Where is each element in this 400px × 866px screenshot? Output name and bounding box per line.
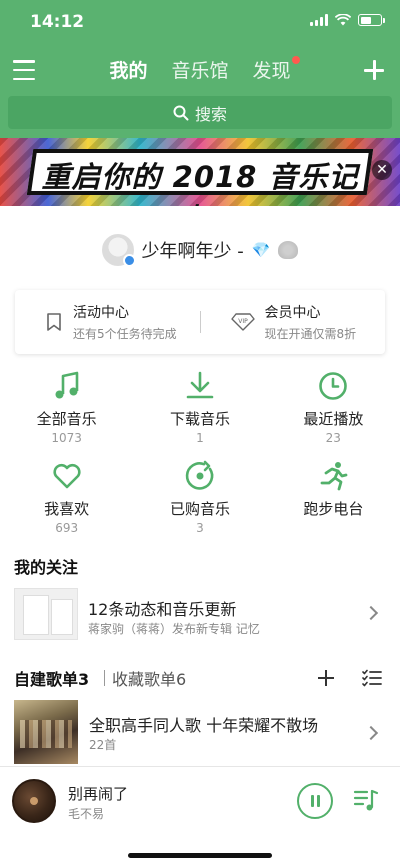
purchased-music-entry[interactable]: 已购音乐 3 — [133, 458, 266, 548]
activity-center-subtitle: 还有5个任务待完成 — [73, 327, 177, 341]
following-subtitle: 蒋家驹（蒋蒋）发布新专辑 记忆 — [88, 622, 260, 636]
center-cards: 活动中心 还有5个任务待完成 VIP 会员中心 现在开通仅需8折 — [15, 290, 385, 354]
playlist-cover — [14, 700, 78, 764]
collected-playlists-tab[interactable]: 收藏歌单6 — [112, 666, 186, 690]
music-note-icon — [55, 371, 78, 399]
banner-close-icon[interactable]: ✕ — [372, 160, 392, 180]
favorites-label: 我喜欢 — [44, 500, 90, 518]
following-title: 12条动态和音乐更新 — [88, 600, 237, 619]
add-playlist-icon[interactable] — [318, 670, 334, 686]
top-header: 14:12 我的 音乐馆 发现 搜索 — [0, 0, 400, 138]
promo-banner[interactable]: 重启你的 2018 音乐记忆 ✕ — [0, 138, 400, 206]
member-center-card[interactable]: VIP 会员中心 现在开通仅需8折 — [201, 302, 386, 342]
top-tabs: 我的 音乐馆 发现 — [0, 56, 400, 83]
signal-icon — [310, 14, 328, 26]
search-bar[interactable]: 搜索 — [8, 96, 392, 129]
notification-dot — [291, 56, 300, 64]
favorites-entry[interactable]: 我喜欢 693 — [0, 458, 133, 548]
clock-icon — [319, 372, 348, 400]
heart-icon — [53, 463, 81, 489]
playlist-header: 自建歌单3 收藏歌单6 — [0, 664, 400, 692]
download-music-count: 1 — [196, 431, 204, 445]
battery-icon — [358, 14, 385, 26]
following-thumbnail — [14, 588, 78, 640]
profile-row[interactable]: 少年啊年少 - 💎 — [0, 232, 400, 268]
mini-player[interactable]: 别再闹了 毛不易 — [0, 766, 400, 866]
wifi-icon — [335, 14, 351, 26]
status-time: 14:12 — [30, 12, 85, 32]
running-radio-label: 跑步电台 — [303, 500, 364, 518]
bookmark-icon — [47, 313, 61, 331]
nav-row: 我的 音乐馆 发现 — [0, 52, 400, 92]
purchased-music-count: 3 — [196, 521, 204, 535]
download-icon — [186, 371, 214, 399]
svg-text:VIP: VIP — [238, 318, 248, 325]
recent-play-entry[interactable]: 最近播放 23 — [267, 368, 400, 458]
manage-list-icon[interactable] — [362, 669, 382, 687]
tab-mine[interactable]: 我的 — [109, 56, 147, 83]
tab-discover-label: 发现 — [252, 60, 291, 82]
home-indicator — [128, 853, 272, 858]
now-playing-song: 别再闹了 — [68, 785, 129, 803]
avatar[interactable] — [101, 234, 136, 267]
quick-access-grid: 全部音乐 1073 下载音乐 1 最近播放 23 我喜欢 693 已购音乐 3 … — [0, 368, 400, 548]
all-music-label: 全部音乐 — [36, 410, 97, 428]
search-icon — [173, 105, 189, 120]
download-music-label: 下载音乐 — [169, 410, 230, 428]
tab-music-hall[interactable]: 音乐馆 — [171, 56, 228, 83]
recent-play-label: 最近播放 — [303, 410, 364, 428]
diamond-icon: 💎 — [251, 241, 271, 259]
created-playlists-tab[interactable]: 自建歌单3 — [14, 666, 89, 690]
favorites-count: 693 — [55, 521, 79, 535]
vip-diamond-icon: VIP — [230, 313, 255, 331]
playlist-track-count: 22首 — [89, 738, 117, 752]
username: 少年啊年少 - — [141, 241, 244, 262]
vip-badge-icon — [122, 254, 136, 267]
recent-play-count: 23 — [325, 431, 341, 445]
banner-text: 重启你的 2018 音乐记忆 — [41, 160, 359, 206]
following-update-row[interactable]: 12条动态和音乐更新 蒋家驹（蒋蒋）发布新专辑 记忆 — [0, 580, 400, 646]
running-icon — [320, 462, 348, 491]
chevron-right-icon — [363, 725, 379, 741]
now-playing-cover[interactable] — [12, 779, 56, 823]
status-bar: 14:12 — [0, 0, 400, 44]
search-placeholder: 搜索 — [194, 104, 227, 124]
playlist-queue-icon[interactable] — [353, 787, 379, 813]
member-center-title: 会员中心 — [264, 305, 321, 321]
disc-icon — [185, 460, 214, 490]
activity-center-title: 活动中心 — [73, 305, 129, 321]
all-music-count: 1073 — [51, 431, 82, 445]
playlist-item[interactable]: 全职高手同人歌 十年荣耀不散场 22首 — [0, 698, 400, 766]
playlist-title: 全职高手同人歌 十年荣耀不散场 — [89, 716, 319, 735]
following-section-title: 我的关注 — [14, 558, 79, 577]
activity-center-card[interactable]: 活动中心 还有5个任务待完成 — [15, 302, 200, 342]
download-music-entry[interactable]: 下载音乐 1 — [133, 368, 266, 458]
main-content: 少年啊年少 - 💎 活动中心 还有5个任务待完成 VIP 会员中心 现在开通仅需… — [0, 206, 400, 766]
all-music-entry[interactable]: 全部音乐 1073 — [0, 368, 133, 458]
purchased-music-label: 已购音乐 — [169, 500, 230, 518]
add-icon[interactable] — [364, 60, 384, 80]
chevron-right-icon — [363, 605, 379, 621]
now-playing-artist: 毛不易 — [68, 807, 105, 821]
tab-discover[interactable]: 发现 — [252, 56, 300, 83]
member-center-subtitle: 现在开通仅需8折 — [264, 327, 357, 341]
running-radio-entry[interactable]: 跑步电台 — [267, 458, 400, 548]
shell-badge-icon — [278, 241, 299, 259]
pause-button[interactable] — [297, 783, 333, 819]
playlist-tab-divider — [104, 670, 105, 686]
status-icons — [310, 14, 385, 26]
